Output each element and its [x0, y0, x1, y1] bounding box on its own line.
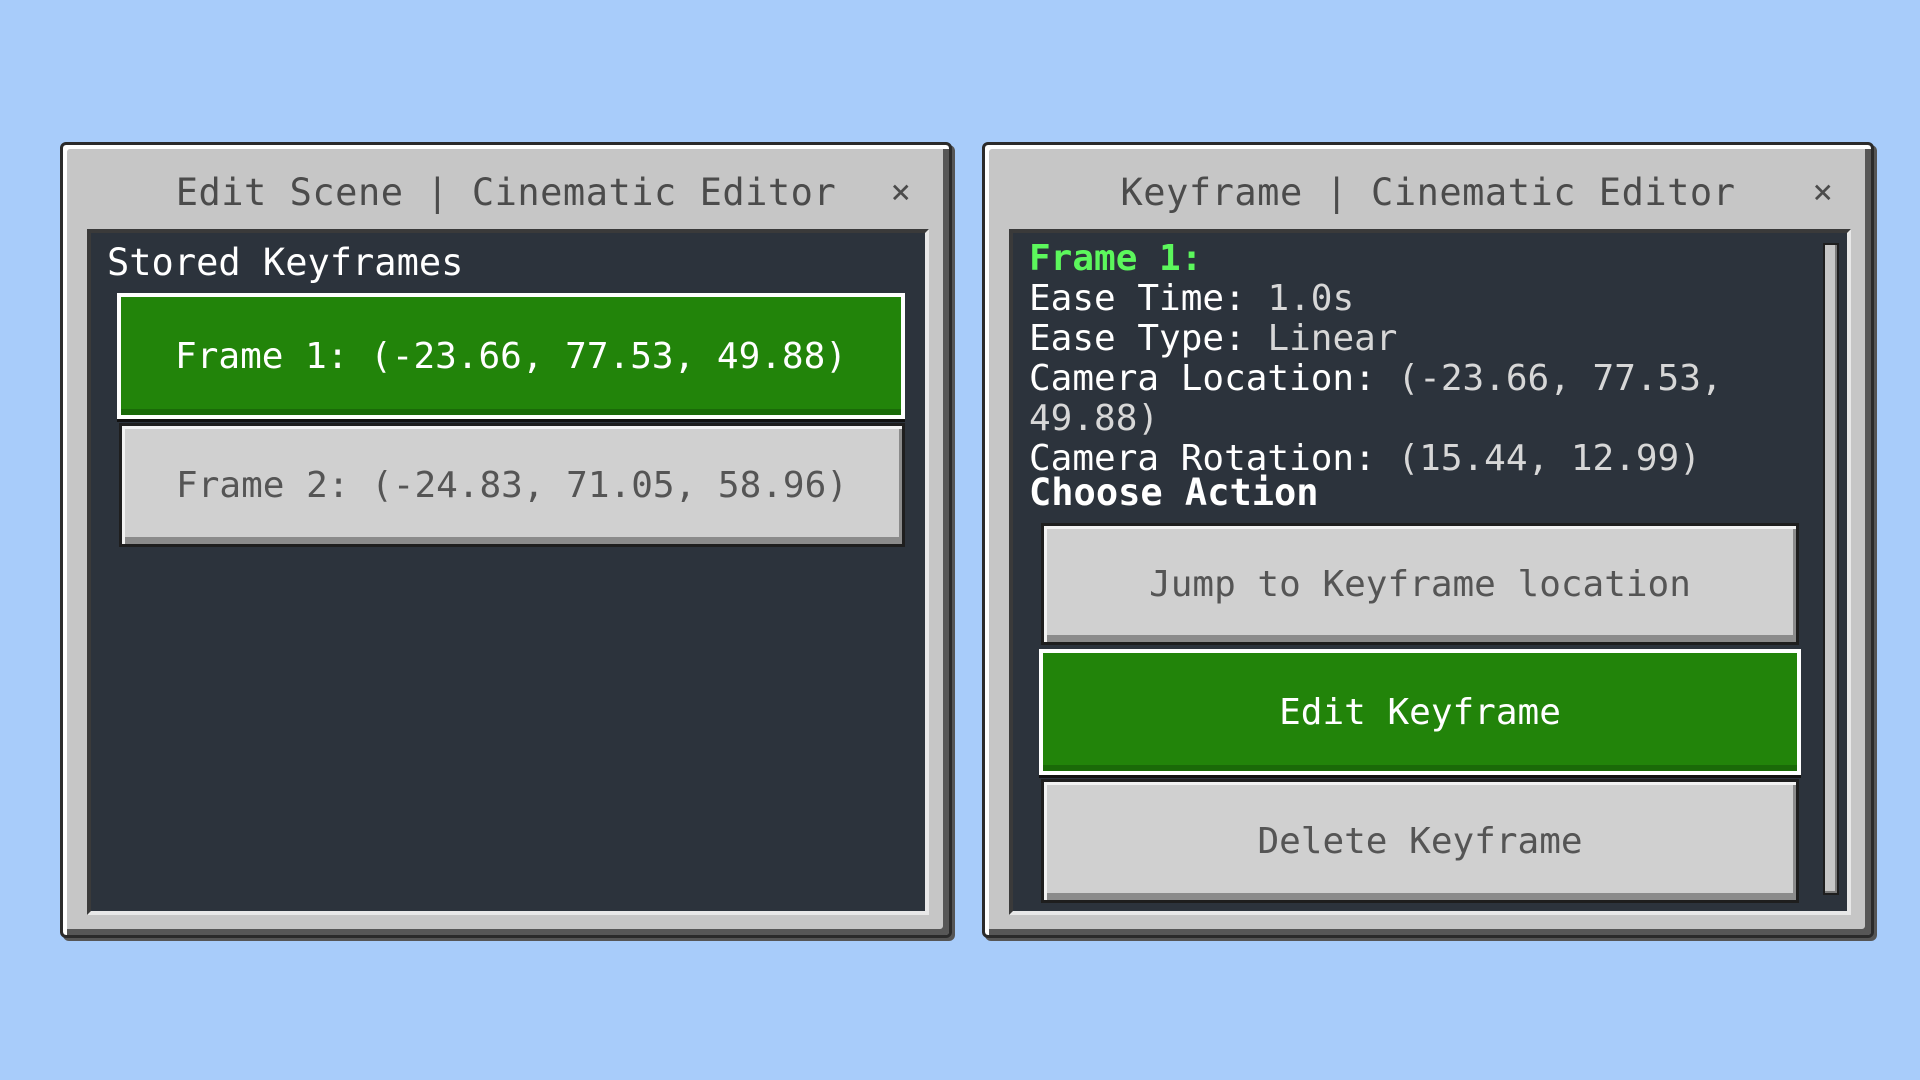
ease-time-row: Ease Time: 1.0s	[1029, 279, 1847, 319]
keyframe-1-label: Frame 1: (-23.66, 77.53, 49.88)	[175, 335, 847, 377]
close-icon[interactable]: ×	[1813, 175, 1833, 209]
edit-button-label: Edit Keyframe	[1279, 691, 1561, 733]
close-icon[interactable]: ×	[891, 175, 911, 209]
keyframe-details-panel: Frame 1: Ease Time: 1.0s Ease Type: Line…	[1009, 229, 1851, 915]
ease-type-value: Linear	[1267, 318, 1398, 359]
choose-action-label: Choose Action	[1029, 471, 1319, 514]
keyframe-2-button[interactable]: Frame 2: (-24.83, 71.05, 58.96)	[119, 423, 905, 547]
edit-keyframe-button[interactable]: Edit Keyframe	[1039, 649, 1801, 775]
camera-rotation-value: (15.44, 12.99)	[1397, 438, 1701, 479]
ease-type-label: Ease Type:	[1029, 318, 1246, 359]
camera-location-label: Camera Location:	[1029, 358, 1376, 399]
stored-keyframes-panel: Stored Keyframes Frame 1: (-23.66, 77.53…	[87, 229, 929, 915]
delete-keyframe-button[interactable]: Delete Keyframe	[1041, 779, 1799, 903]
window-title: Edit Scene | Cinematic Editor	[175, 171, 837, 214]
jump-to-keyframe-button[interactable]: Jump to Keyframe location	[1041, 523, 1799, 645]
keyframe-info: Frame 1: Ease Time: 1.0s Ease Type: Line…	[1029, 239, 1847, 479]
delete-button-label: Delete Keyframe	[1257, 820, 1583, 862]
window-title: Keyframe | Cinematic Editor	[1120, 171, 1736, 214]
frame-heading: Frame 1:	[1029, 238, 1203, 279]
jump-button-label: Jump to Keyframe location	[1149, 563, 1691, 605]
scrollbar[interactable]	[1823, 243, 1839, 895]
ease-time-label: Ease Time:	[1029, 278, 1246, 319]
keyframe-window: Keyframe | Cinematic Editor × Frame 1: E…	[982, 142, 1874, 938]
keyframe-2-label: Frame 2: (-24.83, 71.05, 58.96)	[176, 464, 848, 506]
stored-keyframes-label: Stored Keyframes	[107, 241, 464, 284]
camera-location-row: Camera Location: (-23.66, 77.53, 49.88)	[1029, 359, 1847, 439]
ease-time-value: 1.0s	[1267, 278, 1355, 319]
edit-scene-window: Edit Scene | Cinematic Editor × Stored K…	[60, 142, 952, 938]
ease-type-row: Ease Type: Linear	[1029, 319, 1847, 359]
keyframe-1-button[interactable]: Frame 1: (-23.66, 77.53, 49.88)	[117, 293, 905, 419]
